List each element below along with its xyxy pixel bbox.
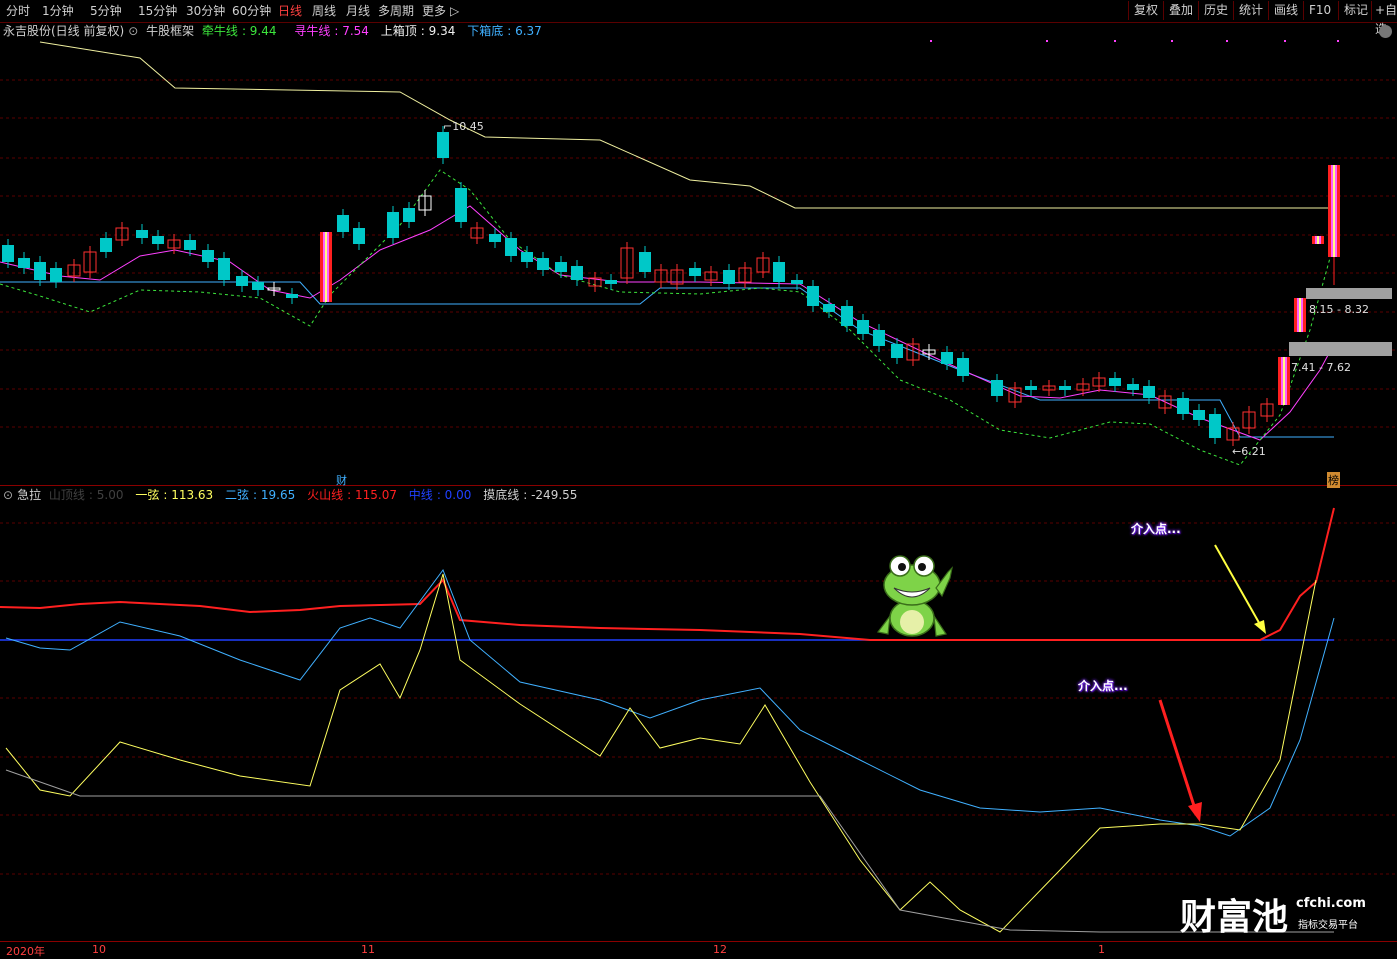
ma-line: [0, 205, 1335, 441]
candle-body: [202, 250, 214, 262]
pane-divider: [0, 485, 1397, 486]
high-price-label: ⌐10.45: [443, 120, 484, 133]
candle-body: [136, 230, 148, 238]
brand-subtitle: 指标交易平台: [1298, 920, 1358, 931]
candle-body: [18, 258, 30, 268]
candle-body: [723, 270, 735, 284]
candle-body: [807, 286, 819, 306]
resistance-zone-lower: [1289, 342, 1392, 356]
main-price-chart: [0, 40, 1392, 466]
entry-point-label-2: 介入点...: [1078, 679, 1128, 693]
candle-body: [941, 352, 953, 364]
candle-body: [823, 304, 835, 312]
candle-body: [605, 280, 617, 284]
candle-body: [555, 262, 567, 272]
dashed-support-line: [0, 169, 1331, 466]
arrow-1-head: [1254, 620, 1266, 634]
date-label-jan: 1: [1098, 943, 1105, 956]
date-label-oct: 10: [92, 943, 106, 956]
candle-body: [236, 276, 248, 286]
signal-dot: [1171, 40, 1173, 42]
sub-indicator-chart: [0, 507, 1335, 933]
chart-canvas[interactable]: [0, 0, 1397, 958]
low-price-label: ←6.21: [1232, 445, 1266, 458]
date-axis: 2020年 10 11 12 1: [0, 941, 1397, 959]
entry-point-label-1: 介入点...: [1131, 522, 1181, 536]
signal-candle-5-stripe: [1333, 165, 1335, 257]
upper-box-line: [39, 41, 1330, 209]
candle-body: [50, 268, 62, 282]
candle-body: [286, 294, 298, 298]
candle-body: [857, 320, 869, 334]
arrow-2: [1158, 699, 1198, 813]
signal-dot: [1114, 40, 1116, 42]
candle-body: [387, 212, 399, 238]
arrow-2-head: [1188, 802, 1202, 822]
candle-body: [152, 236, 164, 244]
candle-body: [455, 188, 467, 222]
candle-body: [1059, 386, 1071, 390]
signal-dot: [1284, 40, 1286, 42]
finance-marker[interactable]: 财: [336, 472, 347, 488]
candle-body: [505, 238, 517, 256]
candle-body: [1025, 386, 1037, 390]
candle-body: [571, 266, 583, 280]
candle-body: [891, 344, 903, 358]
candle-body: [252, 282, 264, 290]
candle-body: [1109, 378, 1121, 386]
resistance-zone-upper: [1306, 288, 1392, 299]
candle-body: [184, 240, 196, 250]
candle-body: [489, 234, 501, 242]
candle-body: [1127, 384, 1139, 390]
zone-upper-label: 8.15 - 8.32: [1309, 303, 1369, 316]
lower-box-line: [0, 281, 1334, 438]
date-label-year: 2020年: [6, 945, 45, 958]
candle-body: [353, 228, 365, 244]
candle-body: [873, 330, 885, 346]
candle-body: [437, 132, 449, 158]
signal-candle-1-stripe: [325, 232, 327, 302]
candle-body: [537, 258, 549, 270]
yixian-line: [5, 573, 1317, 933]
candle-body: [957, 358, 969, 376]
candle-body: [34, 262, 46, 280]
candle-body: [403, 208, 415, 222]
signal-dot: [1337, 40, 1339, 42]
candle-body: [337, 215, 349, 232]
date-label-nov: 11: [361, 943, 375, 956]
candle-body: [521, 252, 533, 262]
brand-name: 财富池: [1180, 896, 1289, 938]
candle-body: [773, 262, 785, 282]
signal-dot: [1046, 40, 1048, 42]
zone-lower-label: 7.41 - 7.62: [1291, 361, 1351, 374]
candle-body: [791, 280, 803, 284]
arrow-1: [1214, 544, 1263, 629]
candle-body: [1193, 410, 1205, 420]
candle-body: [100, 238, 112, 252]
signal-dot: [930, 40, 932, 42]
date-label-dec: 12: [713, 943, 727, 956]
candle-body: [218, 258, 230, 280]
candle-body: [689, 268, 701, 276]
candle-body: [639, 252, 651, 272]
grid-lines: [0, 79, 1397, 875]
signal-dot: [1226, 40, 1228, 42]
signal-candle-3-stripe: [1299, 298, 1301, 332]
rank-marker[interactable]: 榜: [1327, 472, 1340, 488]
candle-body: [1143, 386, 1155, 398]
signal-candle-2-stripe: [1283, 357, 1285, 405]
modi-line: [5, 769, 1334, 933]
candle-body: [2, 245, 14, 262]
candle-body: [1177, 398, 1189, 414]
candle-body: [841, 306, 853, 326]
candle-body: [991, 380, 1003, 396]
candle-body: [1209, 414, 1221, 438]
brand-url: cfchi.com: [1296, 896, 1366, 911]
signal-candle-4-stripe: [1317, 236, 1319, 244]
